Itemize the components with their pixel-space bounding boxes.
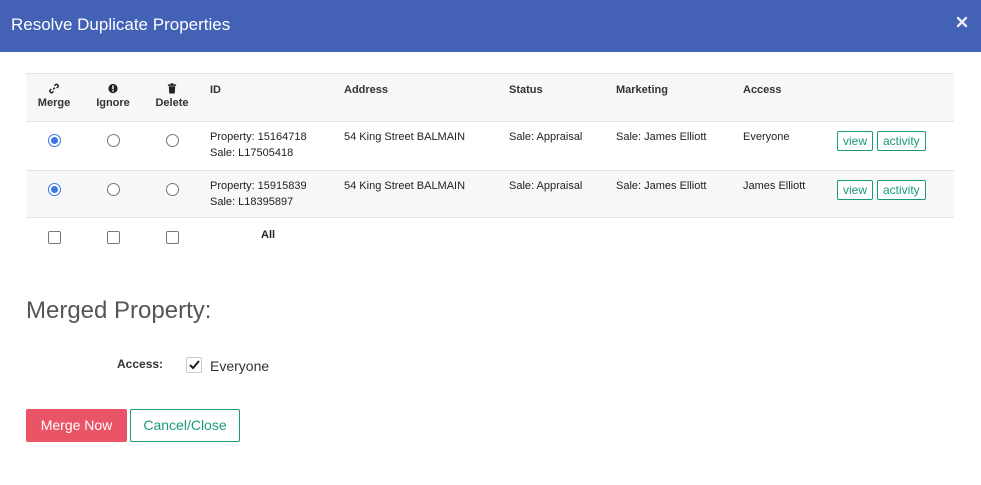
access-label: Access: [117,357,164,371]
merged-property-title: Merged Property: [26,297,212,324]
delete-radio[interactable] [166,183,179,196]
id-cell: Property: 15915839 Sale: L18395897 [210,178,307,210]
delete-radio[interactable] [166,134,179,147]
address-cell: 54 King Street BALMAIN [344,180,466,192]
header-ignore-label: Ignore [96,97,130,109]
property-id: Property: 15164718 [210,131,307,143]
header-merge: Merge [24,83,84,109]
merge-all-checkbox[interactable] [48,231,61,244]
check-icon [189,360,200,370]
view-button[interactable]: view [837,180,874,200]
modal-header: Resolve Duplicate Properties [0,0,981,52]
exclamation-circle-icon [108,83,118,94]
header-status: Status [509,84,543,96]
view-button[interactable]: view [837,131,874,151]
merge-now-button[interactable]: Merge Now [26,409,127,442]
header-access: Access [743,84,782,96]
status-cell: Sale: Appraisal [509,180,583,192]
header-merge-label: Merge [37,97,71,109]
table-row: Property: 15915839 Sale: L18395897 54 Ki… [26,170,954,218]
close-icon[interactable] [955,14,969,30]
status-cell: Sale: Appraisal [509,131,583,143]
access-everyone-checkbox[interactable] [186,357,202,373]
access-cell: James Elliott [743,180,806,192]
link-icon [49,83,59,94]
header-ignore: Ignore [83,83,143,109]
property-id: Property: 15915839 [210,180,307,192]
header-address: Address [344,84,389,96]
id-cell: Property: 15164718 Sale: L17505418 [210,129,307,161]
access-cell: Everyone [743,131,790,143]
sale-id: Sale: L17505418 [210,147,294,159]
ignore-radio[interactable] [107,183,120,196]
merge-radio[interactable] [48,183,61,196]
trash-icon [167,83,177,94]
table-header-row: Merge Ignore Delete ID Address Status Ma… [26,73,954,121]
address-cell: 54 King Street BALMAIN [344,131,466,143]
header-delete-label: Delete [155,97,189,109]
ignore-all-checkbox[interactable] [107,231,120,244]
header-id: ID [210,84,221,96]
cancel-close-button[interactable]: Cancel/Close [130,409,240,442]
select-all-row: All [26,219,954,259]
all-label: All [261,229,276,241]
modal-title: Resolve Duplicate Properties [11,15,231,34]
delete-all-checkbox[interactable] [166,231,179,244]
marketing-cell: Sale: James Elliott [616,180,707,192]
marketing-cell: Sale: James Elliott [616,131,707,143]
access-value: Everyone [210,358,270,374]
activity-button[interactable]: activity [877,180,926,200]
activity-button[interactable]: activity [877,131,926,151]
header-delete: Delete [142,83,202,109]
merge-radio[interactable] [48,134,61,147]
header-marketing: Marketing [616,84,668,96]
table-row: Property: 15164718 Sale: L17505418 54 Ki… [26,121,954,170]
sale-id: Sale: L18395897 [210,196,294,208]
ignore-radio[interactable] [107,134,120,147]
